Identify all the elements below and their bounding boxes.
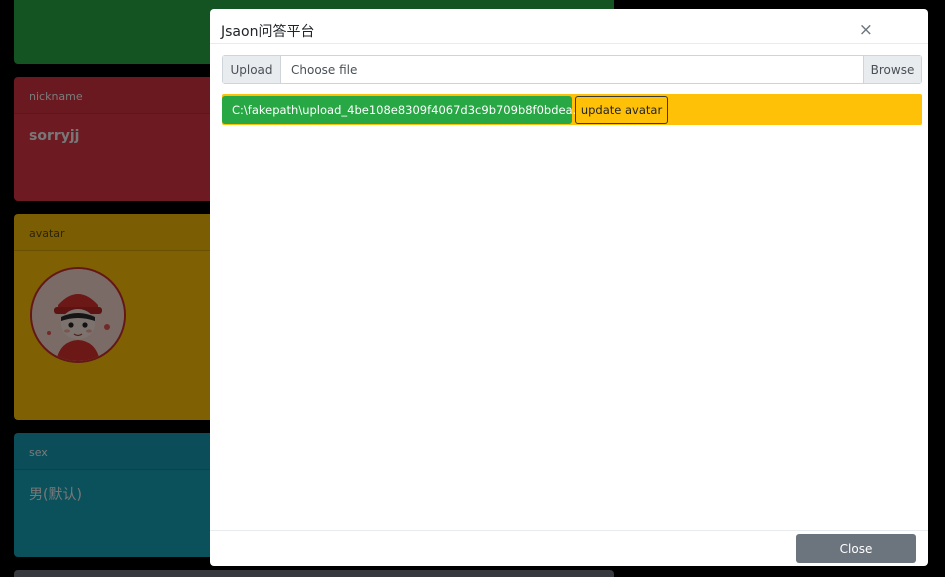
modal-header: Jsaon问答平台 ×	[210, 9, 928, 44]
avatar-upload-modal: Jsaon问答平台 × Upload Choose file Browse C:…	[210, 9, 928, 566]
file-upload-group[interactable]: Upload Choose file Browse	[222, 55, 922, 84]
upload-status-row: C:\fakepath\upload_4be108e8309f4067d3c9b…	[222, 94, 922, 125]
file-input[interactable]: Choose file	[281, 56, 863, 83]
page: nickname sorryjj avatar sex 男	[0, 0, 945, 577]
update-avatar-button[interactable]: update avatar	[575, 96, 668, 124]
modal-title: Jsaon问答平台	[221, 24, 315, 40]
upload-label: Upload	[223, 56, 281, 83]
modal-footer: Close	[210, 530, 928, 566]
browse-button[interactable]: Browse	[863, 56, 921, 83]
selected-file-path: C:\fakepath\upload_4be108e8309f4067d3c9b…	[222, 96, 594, 124]
close-icon[interactable]: ×	[859, 22, 873, 39]
close-button[interactable]: Close	[796, 534, 916, 563]
